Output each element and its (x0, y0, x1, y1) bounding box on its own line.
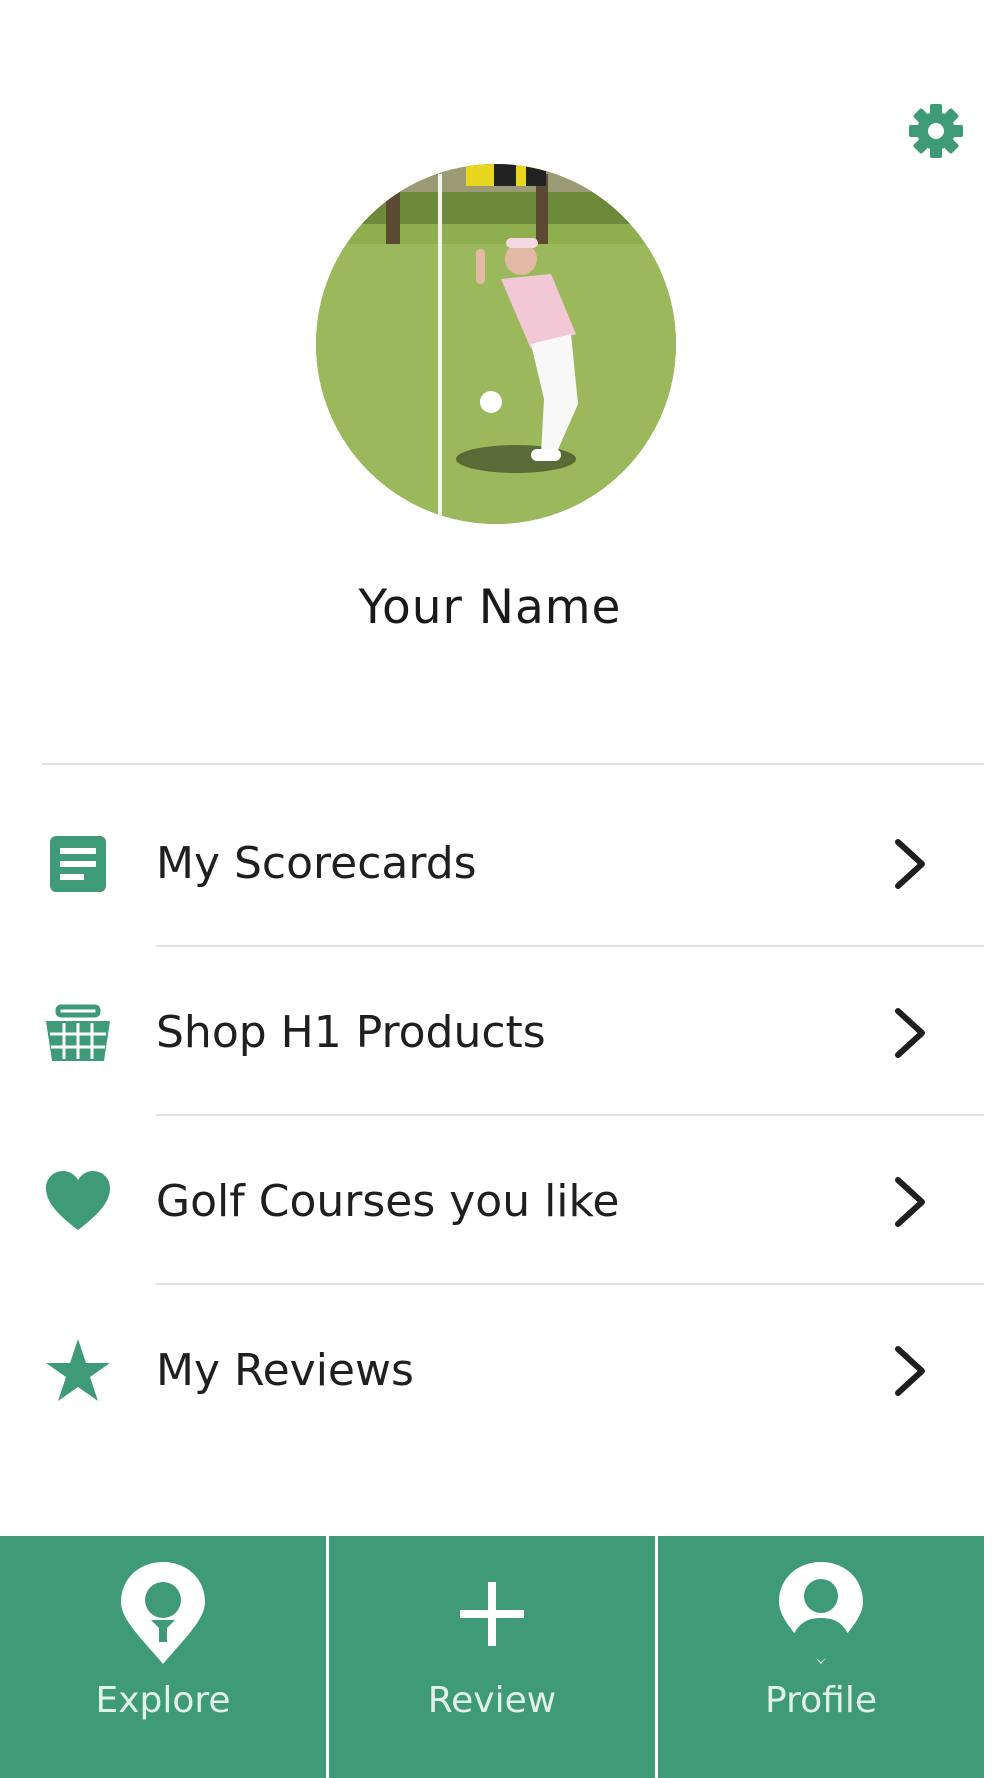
menu-item-label: My Reviews (156, 1345, 414, 1396)
menu-divider (42, 763, 984, 765)
tab-label: Profile (765, 1680, 877, 1721)
user-pin-icon (771, 1558, 871, 1670)
plus-icon (442, 1558, 542, 1670)
menu-item-reviews[interactable]: My Reviews (0, 1285, 1000, 1453)
chevron-right-icon (890, 1174, 930, 1230)
profile-name: Your Name (358, 580, 622, 635)
star-icon (44, 1337, 112, 1405)
chevron-right-icon (890, 1005, 930, 1061)
chevron-right-icon (890, 836, 930, 892)
tab-label: Review (427, 1680, 557, 1721)
gear-icon (906, 101, 966, 161)
menu-item-shop[interactable]: Shop H1 Products (0, 947, 1000, 1116)
avatar[interactable] (316, 164, 676, 524)
chevron-right-icon (890, 1343, 930, 1399)
tab-explore[interactable]: Explore (0, 1536, 326, 1778)
menu-item-liked-courses[interactable]: Golf Courses you like (0, 1116, 1000, 1285)
bottom-tab-bar: Explore Review Profile (0, 1536, 984, 1778)
golfer-photo (316, 164, 676, 524)
basket-icon (44, 999, 112, 1067)
settings-button[interactable] (906, 101, 966, 161)
menu-item-label: Shop H1 Products (156, 1007, 546, 1058)
menu-item-label: My Scorecards (156, 838, 477, 889)
heart-icon (44, 1168, 112, 1236)
tab-profile[interactable]: Profile (655, 1536, 984, 1778)
golf-pin-icon (113, 1558, 213, 1670)
scorecard-icon (44, 830, 112, 898)
tab-review[interactable]: Review (326, 1536, 655, 1778)
tab-label: Explore (95, 1680, 231, 1721)
menu-item-label: Golf Courses you like (156, 1176, 620, 1227)
menu-item-scorecards[interactable]: My Scorecards (0, 778, 1000, 947)
